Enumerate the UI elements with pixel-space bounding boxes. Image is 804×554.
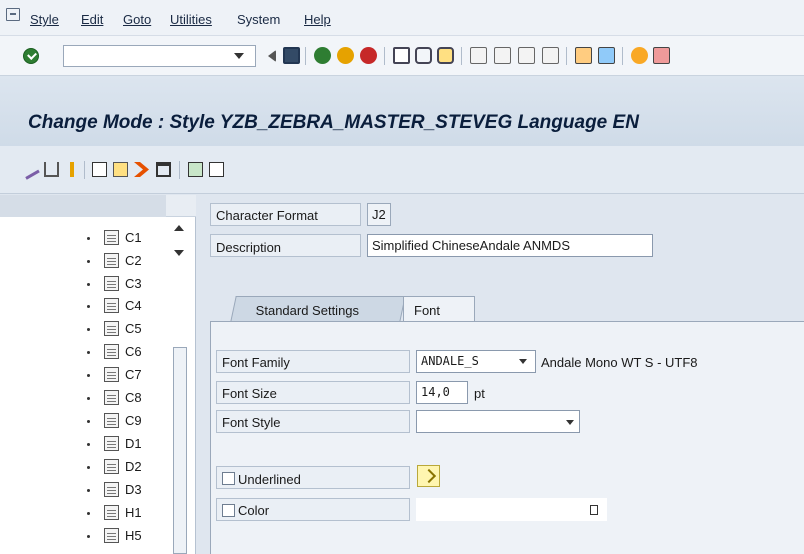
menu-edit[interactable]: Edit: [81, 12, 103, 27]
menu-system[interactable]: System: [237, 12, 280, 27]
document-icon: [104, 413, 119, 428]
document-icon: [104, 436, 119, 451]
font-family-label: Font Family: [222, 355, 290, 370]
menu-bar: Style Edit Goto Utilities System Help: [0, 0, 804, 36]
document-icon: [104, 482, 119, 497]
toolbar-separator: [622, 47, 623, 65]
previous-page-icon[interactable]: [494, 47, 511, 64]
back-arrow-icon[interactable]: [266, 50, 276, 62]
font-size-label: Font Size: [222, 386, 277, 401]
document-icon: [104, 367, 119, 382]
menu-style[interactable]: Style: [30, 12, 59, 27]
scroll-down-icon[interactable]: [174, 250, 184, 256]
color-picker-icon[interactable]: [590, 505, 598, 515]
scroll-thumb[interactable]: [173, 347, 187, 554]
underline-details-button[interactable]: [417, 465, 440, 487]
cancel-icon[interactable]: [360, 47, 377, 64]
shortcut-icon[interactable]: [598, 47, 615, 64]
exit-icon[interactable]: [337, 47, 354, 64]
header-data-icon[interactable]: [188, 162, 203, 177]
tree-scrollbar[interactable]: [170, 217, 190, 554]
transfer-icon[interactable]: [134, 162, 149, 177]
layout-icon[interactable]: [653, 47, 670, 64]
tree-header: [0, 195, 196, 217]
application-toolbar: [0, 146, 804, 194]
tree-header-cell: [0, 195, 166, 217]
menu-icon[interactable]: [6, 8, 20, 21]
toolbar-separator: [84, 161, 85, 179]
document-icon: [104, 528, 119, 543]
toolbar-separator: [566, 47, 567, 65]
menu-utilities[interactable]: Utilities: [170, 12, 212, 27]
toolbar-separator: [179, 161, 180, 179]
toolbar-separator: [305, 47, 306, 65]
find-next-icon[interactable]: [437, 47, 454, 64]
command-dropdown-icon[interactable]: [234, 53, 244, 59]
document-icon: [104, 253, 119, 268]
font-size-unit: pt: [474, 386, 485, 401]
last-page-icon[interactable]: [542, 47, 559, 64]
document-icon: [104, 298, 119, 313]
font-style-select[interactable]: [416, 410, 580, 433]
style-tree: C1 C2 C3 C4 C5 C6 C7 C8 C9 D1 D2 D3 H1 H…: [0, 195, 196, 554]
description-field[interactable]: Simplified ChineseAndale ANMDS: [367, 234, 653, 257]
font-family-dropdown-icon[interactable]: [519, 359, 527, 364]
first-page-icon[interactable]: [470, 47, 487, 64]
create-icon[interactable]: [92, 162, 107, 177]
standard-toolbar: [0, 36, 804, 76]
menu-goto[interactable]: Goto: [123, 12, 151, 27]
color-checkbox[interactable]: [222, 504, 235, 517]
delete-icon[interactable]: [156, 162, 171, 177]
save-icon[interactable]: [283, 47, 300, 64]
copy-icon[interactable]: [113, 162, 128, 177]
scroll-up-icon[interactable]: [174, 225, 184, 231]
new-session-icon[interactable]: [575, 47, 592, 64]
enter-button[interactable]: [23, 48, 39, 64]
command-field[interactable]: [63, 45, 256, 67]
document-icon: [104, 459, 119, 474]
find-icon[interactable]: [415, 47, 432, 64]
activate-icon[interactable]: [70, 162, 74, 177]
font-family-select[interactable]: ANDALE_S: [416, 350, 536, 373]
font-style-dropdown-icon[interactable]: [566, 420, 574, 425]
other-object-icon[interactable]: [44, 162, 59, 177]
title-bar: [0, 76, 804, 146]
font-style-label: Font Style: [222, 415, 281, 430]
next-page-icon[interactable]: [518, 47, 535, 64]
font-size-field[interactable]: 14,0: [416, 381, 468, 404]
document-icon: [104, 344, 119, 359]
back-icon[interactable]: [314, 47, 331, 64]
page-title: Change Mode : Style YZB_ZEBRA_MASTER_STE…: [28, 112, 639, 133]
print-icon[interactable]: [393, 47, 410, 64]
help-icon[interactable]: [631, 47, 648, 64]
toolbar-separator: [461, 47, 462, 65]
underlined-label: Underlined: [238, 472, 301, 487]
underlined-checkbox[interactable]: [222, 472, 235, 485]
tab-standard-settings[interactable]: Standard Settings: [230, 296, 406, 322]
menu-help[interactable]: Help: [304, 12, 331, 27]
document-icon: [104, 276, 119, 291]
document-icon: [104, 321, 119, 336]
font-family-description: Andale Mono WT S - UTF8: [541, 355, 698, 370]
documentation-icon[interactable]: [209, 162, 224, 177]
description-label: Description: [216, 240, 282, 255]
color-label: Color: [238, 503, 270, 518]
color-field[interactable]: [416, 498, 607, 521]
document-icon: [104, 230, 119, 245]
char-format-label: Character Format: [216, 208, 318, 223]
tab-font[interactable]: Font: [403, 296, 475, 322]
toolbar-separator: [384, 47, 385, 65]
document-icon: [104, 390, 119, 405]
document-icon: [104, 505, 119, 520]
char-format-field: J2: [367, 203, 391, 226]
display-change-icon[interactable]: [19, 159, 40, 180]
